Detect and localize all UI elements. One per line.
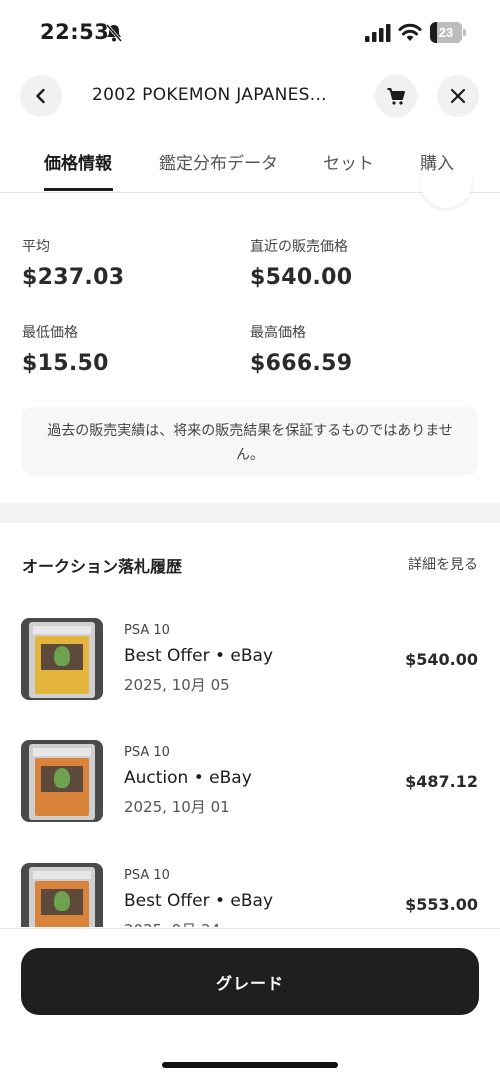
auction-list[interactable]: PSA 10 Best Offer • eBay 2025, 10月 05 $5… xyxy=(0,590,500,927)
min-price-label: 最低価格 xyxy=(22,325,78,341)
tab-set[interactable]: セット xyxy=(323,149,374,174)
close-icon xyxy=(450,88,466,104)
grade-label: PSA 10 xyxy=(124,745,170,760)
home-indicator[interactable] xyxy=(162,1062,338,1068)
sale-price: $487.12 xyxy=(405,772,478,791)
card-thumbnail xyxy=(21,863,103,927)
bottom-divider xyxy=(0,928,500,929)
average-label: 平均 xyxy=(22,239,50,255)
max-price-value: $666.59 xyxy=(250,351,353,376)
grade-button[interactable]: グレード xyxy=(21,948,479,1015)
min-price-value: $15.50 xyxy=(22,351,109,376)
recent-sale-value: $540.00 xyxy=(250,265,353,290)
active-tab-indicator xyxy=(44,188,113,191)
card-thumbnail xyxy=(21,618,103,700)
grade-label: PSA 10 xyxy=(124,623,170,638)
back-button[interactable] xyxy=(20,75,62,117)
auction-item[interactable]: PSA 10 Best Offer • eBay 2025, 10月 05 $5… xyxy=(0,590,500,700)
cart-button[interactable] xyxy=(375,75,417,117)
chevron-left-icon xyxy=(36,88,45,104)
signal-icon xyxy=(365,24,391,42)
grade-label: PSA 10 xyxy=(124,868,170,883)
status-bar: 22:53 23 xyxy=(0,0,500,66)
card-thumbnail xyxy=(21,740,103,822)
cart-icon xyxy=(387,88,405,105)
auction-item[interactable]: PSA 10 Auction • eBay 2025, 10月 01 $487.… xyxy=(0,712,500,822)
view-details-link[interactable]: 詳細を見る xyxy=(408,554,478,574)
page-title: 2002 POKEMON JAPANES... xyxy=(92,85,327,105)
sale-price: $553.00 xyxy=(405,895,478,914)
tab-price-info[interactable]: 価格情報 xyxy=(44,149,112,174)
sale-date: 2025, 9月 24 xyxy=(124,919,220,927)
average-value: $237.03 xyxy=(22,265,125,290)
close-button[interactable] xyxy=(437,75,479,117)
sale-type: Auction • eBay xyxy=(124,768,252,788)
recent-sale-label: 直近の販売価格 xyxy=(250,239,348,255)
sale-type: Best Offer • eBay xyxy=(124,891,274,911)
status-time: 22:53 xyxy=(40,20,110,44)
battery-percent: 23 xyxy=(438,25,454,40)
bell-slash-icon xyxy=(105,24,123,42)
tab-grade-distribution[interactable]: 鑑定分布データ xyxy=(159,149,278,174)
sale-type: Best Offer • eBay xyxy=(124,646,274,666)
floating-button-partial[interactable] xyxy=(420,172,472,208)
wifi-icon xyxy=(398,23,422,41)
auction-history-title: オークション落札履歴 xyxy=(22,557,183,576)
disclaimer-note: 過去の販売実績は、将来の販売結果を保証するものではありません。 xyxy=(22,407,478,475)
header: 2002 POKEMON JAPANES... xyxy=(0,75,500,119)
max-price-label: 最高価格 xyxy=(250,325,306,341)
section-divider xyxy=(0,503,500,523)
sale-price: $540.00 xyxy=(405,650,478,669)
auction-item[interactable]: PSA 10 Best Offer • eBay 2025, 9月 24 $55… xyxy=(0,835,500,927)
sale-date: 2025, 10月 05 xyxy=(124,676,230,694)
sale-date: 2025, 10月 01 xyxy=(124,798,230,816)
battery-icon: 23 xyxy=(430,22,466,43)
tab-buy[interactable]: 購入 xyxy=(420,149,454,174)
